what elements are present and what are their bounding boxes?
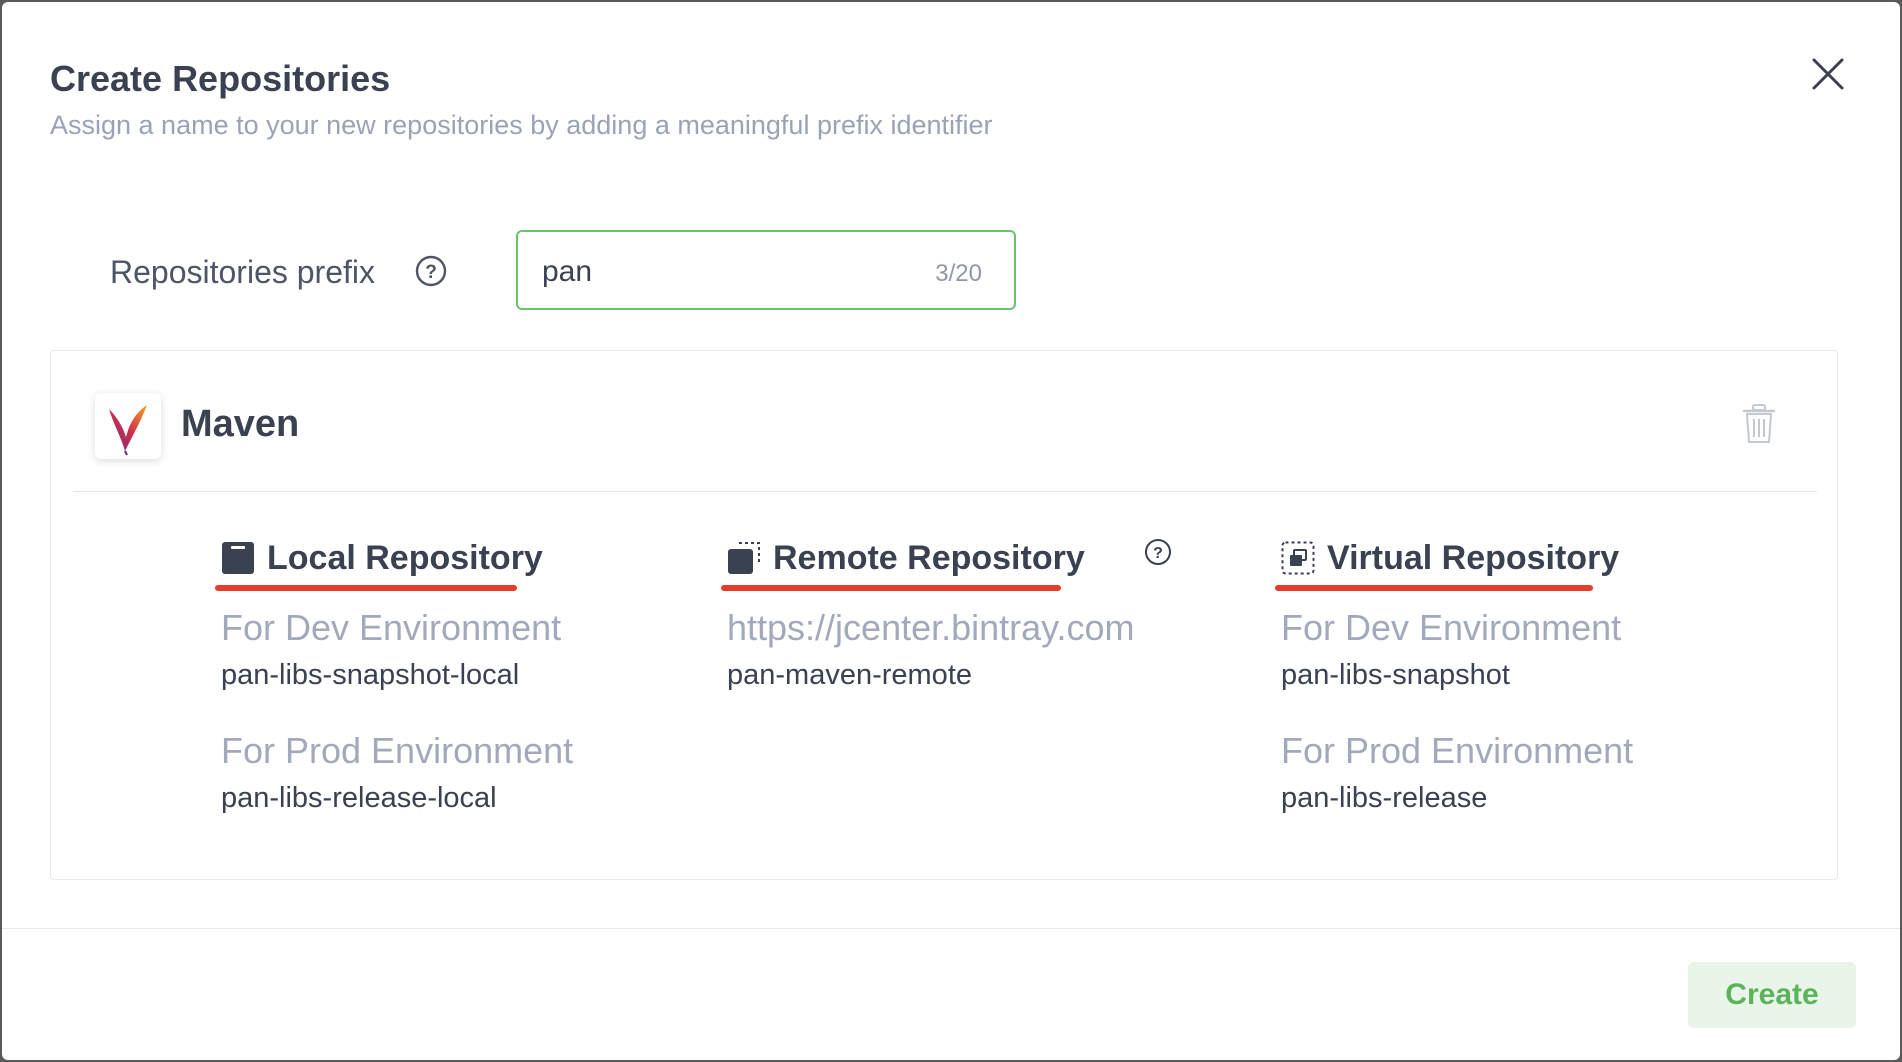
question-circle-icon[interactable]: ? [1143, 537, 1173, 567]
panel-divider [73, 491, 1817, 492]
local-repository-underline [215, 585, 517, 591]
close-icon[interactable] [1808, 54, 1848, 94]
virtual-repo-icon [1281, 541, 1315, 575]
virtual-repository-column: Virtual Repository For Dev Environment p… [1275, 537, 1634, 815]
local-dev-value: pan-libs-snapshot-local [221, 659, 520, 691]
local-repository-title: Local Repository [267, 539, 543, 577]
dialog-subtitle: Assign a name to your new repositories b… [50, 110, 993, 140]
remote-repository-header[interactable]: Remote Repository ? [721, 537, 1171, 591]
virtual-dev-value: pan-libs-snapshot [1281, 659, 1510, 691]
virtual-repository-header[interactable]: Virtual Repository [1275, 537, 1633, 591]
svg-text:?: ? [425, 262, 437, 283]
footer-divider [2, 928, 1900, 929]
create-button[interactable]: Create [1688, 962, 1856, 1028]
virtual-dev-label: For Dev Environment [1281, 607, 1622, 648]
local-dev-label: For Dev Environment [221, 607, 562, 648]
apache-feather-icon [95, 393, 161, 459]
virtual-prod-value: pan-libs-release [1281, 782, 1488, 814]
dialog-title: Create Repositories [50, 58, 391, 99]
virtual-repository-title: Virtual Repository [1327, 539, 1620, 577]
question-circle-icon[interactable]: ? [414, 254, 448, 288]
prefix-input[interactable] [542, 252, 882, 292]
prefix-input-field[interactable]: 3/20 [516, 230, 1016, 310]
remote-url: https://jcenter.bintray.com [727, 607, 1135, 648]
local-repository-column: Local Repository For Dev Environment pan… [215, 537, 574, 815]
local-prod-value: pan-libs-release-local [221, 782, 497, 814]
local-repo-icon [221, 541, 255, 575]
local-prod-label: For Prod Environment [221, 730, 574, 771]
remote-repository-title: Remote Repository [773, 539, 1085, 577]
remote-repository-underline [721, 585, 1061, 591]
prefix-label: Repositories prefix [110, 254, 375, 290]
create-repositories-dialog: Create Repositories Assign a name to you… [2, 2, 1900, 1060]
virtual-repository-underline [1275, 585, 1593, 591]
remote-value: pan-maven-remote [727, 659, 972, 691]
package-panel: Maven Local Repository For Dev Environme… [50, 350, 1838, 880]
remote-repo-icon [727, 541, 761, 575]
local-repository-header[interactable]: Local Repository [215, 537, 573, 591]
package-name: Maven [181, 403, 300, 445]
remote-repository-column: Remote Repository ? https://jcenter.bint… [721, 537, 1171, 692]
virtual-prod-label: For Prod Environment [1281, 730, 1634, 771]
character-counter: 3/20 [935, 260, 982, 287]
trash-icon[interactable] [1741, 403, 1777, 445]
svg-text:?: ? [1153, 545, 1163, 562]
